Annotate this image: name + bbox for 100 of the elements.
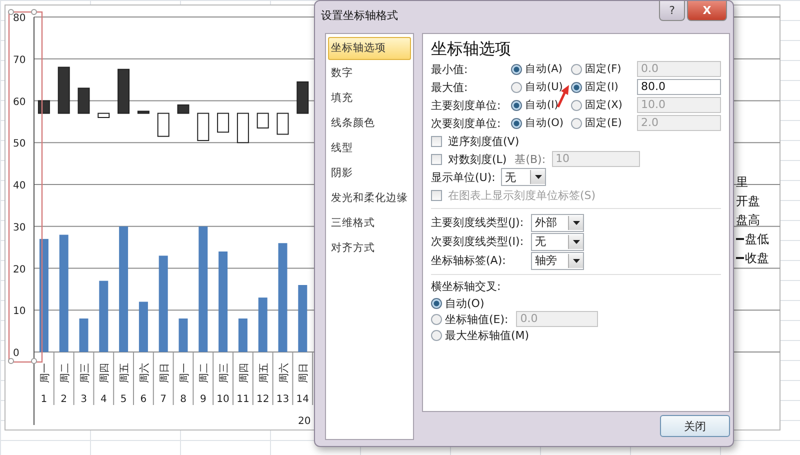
category-number: 14 xyxy=(296,394,310,405)
candle xyxy=(296,81,309,114)
axis-label: 10 xyxy=(13,306,26,318)
category-label: 周二 xyxy=(199,363,210,383)
category-number: 2 xyxy=(60,394,68,405)
category-label: 周三 xyxy=(80,363,91,383)
candle xyxy=(58,66,70,114)
checkbox-option[interactable]: 逆序刻度值(V) xyxy=(431,134,520,148)
dialog-title: 设置坐标轴格式 xyxy=(321,8,398,22)
dropdown[interactable]: 无 xyxy=(501,168,546,186)
radio-option[interactable]: 固定(I) xyxy=(571,80,631,94)
category-label: 周一 xyxy=(179,363,190,383)
category-number: 4 xyxy=(100,394,107,405)
category-label: 周五 xyxy=(258,363,270,383)
close-dialog-button[interactable]: 关闭 xyxy=(660,415,730,437)
radio-icon[interactable] xyxy=(511,82,522,92)
category-item[interactable]: 线条颜色 xyxy=(328,112,411,135)
close-button[interactable]: X xyxy=(687,1,727,21)
field-label: 主要刻度线类型(J): xyxy=(431,215,525,230)
category-label: 周日 xyxy=(159,363,170,383)
category-item[interactable]: 线型 xyxy=(328,137,411,160)
candle xyxy=(256,112,269,128)
category-item[interactable]: 发光和柔化边缘 xyxy=(328,187,411,210)
category-label: 周四 xyxy=(100,363,111,383)
category-item[interactable]: 三维格式 xyxy=(328,212,411,235)
candle xyxy=(157,112,170,137)
category-label: 周四 xyxy=(238,363,250,383)
category-number: 12 xyxy=(256,394,270,405)
dropdown[interactable]: 外部 xyxy=(531,214,584,232)
dropdown[interactable]: 轴旁 xyxy=(531,252,584,270)
legend-label: 开盘 xyxy=(736,194,760,208)
category-label: 周五 xyxy=(120,363,131,383)
category-number: 3 xyxy=(80,394,87,405)
checkbox-option[interactable]: 对数刻度(L) xyxy=(431,152,507,166)
value-field[interactable]: 80.0 xyxy=(637,79,721,95)
axis-title: 20 xyxy=(298,416,311,427)
field-label: 基(B): xyxy=(514,152,546,166)
legend-label: 里 xyxy=(736,175,748,189)
candle xyxy=(137,110,150,114)
radio-icon[interactable] xyxy=(431,330,442,340)
candle xyxy=(78,88,90,114)
category-label: 周一 xyxy=(40,363,51,383)
candle xyxy=(236,112,249,144)
radio-option[interactable]: 自动(U) xyxy=(511,80,571,94)
axis-label: 60 xyxy=(13,96,26,108)
axis-label: 30 xyxy=(13,222,26,234)
category-number: 6 xyxy=(140,394,147,405)
axis-selection-frame[interactable] xyxy=(8,9,43,364)
field-label: 主要刻度单位: xyxy=(431,98,502,112)
field-label: 最小值: xyxy=(431,62,469,76)
axis-label: 0 xyxy=(13,348,20,359)
help-button[interactable]: ? xyxy=(659,1,685,21)
candle xyxy=(217,112,230,133)
category-label: 周三 xyxy=(219,363,230,383)
candle xyxy=(98,112,110,118)
category-label: 周二 xyxy=(60,363,71,383)
category-label: 周六 xyxy=(278,363,290,383)
candle xyxy=(118,68,130,114)
category-label: 周六 xyxy=(139,363,150,383)
volume-bar xyxy=(99,280,108,352)
category-number: 13 xyxy=(276,394,290,405)
radio-option[interactable]: 自动(O) xyxy=(431,296,484,310)
axis-label: 20 xyxy=(13,264,26,276)
field-label: 坐标轴标签(A): xyxy=(431,253,507,268)
checkbox-icon[interactable] xyxy=(431,154,442,164)
radio-icon[interactable] xyxy=(431,298,442,308)
candle xyxy=(276,112,289,135)
category-label: 周日 xyxy=(298,363,310,383)
candle xyxy=(197,112,210,142)
radio-icon[interactable] xyxy=(571,82,582,92)
legend-label: 盘低 xyxy=(745,232,769,246)
category-number: 5 xyxy=(120,394,127,405)
field-label: 次要刻度单位: xyxy=(431,116,502,130)
axis-label: 80 xyxy=(13,13,26,24)
axis-label: 40 xyxy=(13,180,26,192)
category-item[interactable]: 数字 xyxy=(328,62,411,85)
checkbox-icon[interactable] xyxy=(431,136,442,146)
legend-label: 收盘 xyxy=(745,251,769,265)
field-label: 显示单位(U): xyxy=(431,170,496,184)
radio-option[interactable]: 最大坐标轴值(M) xyxy=(431,328,530,342)
dropdown[interactable]: 无 xyxy=(531,232,584,250)
category-number: 8 xyxy=(180,394,186,405)
category-item[interactable]: 对齐方式 xyxy=(328,237,411,260)
panel-heading: 坐标轴选项 xyxy=(431,38,512,60)
category-number: 9 xyxy=(200,394,206,405)
volume-bar xyxy=(298,285,308,352)
category-number: 11 xyxy=(236,394,250,405)
category-item[interactable]: 填充 xyxy=(328,87,411,110)
legend-label: 盘高 xyxy=(736,213,760,227)
category-number: 7 xyxy=(160,394,167,405)
candle xyxy=(38,100,50,114)
section-label: 横坐标轴交叉: xyxy=(431,279,502,295)
category-item[interactable]: 阴影 xyxy=(328,162,411,185)
axis-label: 50 xyxy=(13,138,26,150)
candle xyxy=(177,104,190,114)
category-number: 1 xyxy=(40,394,48,405)
category-item[interactable]: 坐标轴选项 xyxy=(328,37,411,60)
field-label: 最大值: xyxy=(431,80,469,94)
axis-label: 70 xyxy=(13,54,26,66)
field-label: 次要刻度线类型(I): xyxy=(431,234,525,249)
